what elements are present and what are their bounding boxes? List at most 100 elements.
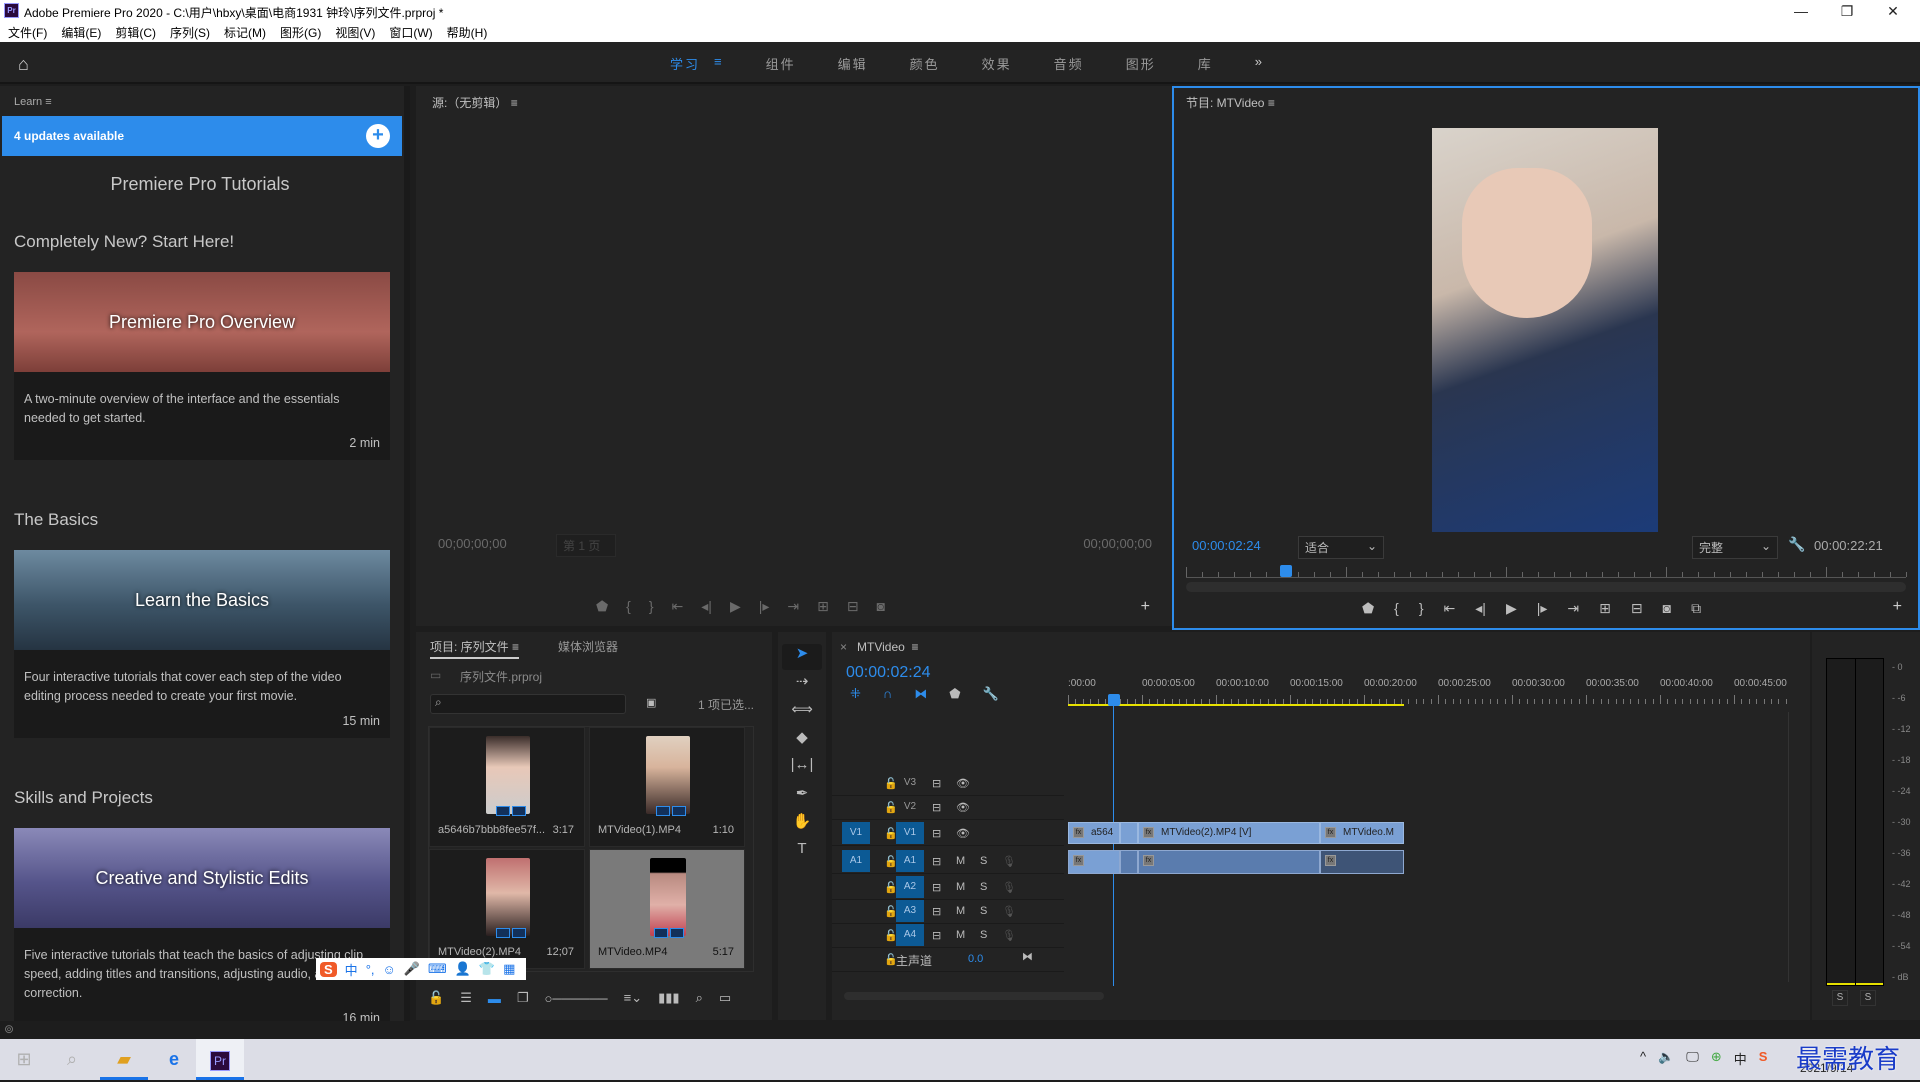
project-item[interactable]: a5646b7bbb8fee57f... 3:17 xyxy=(429,727,585,847)
menu-graphics[interactable]: 图形(G) xyxy=(280,24,321,41)
volume-icon[interactable]: 🔈 xyxy=(1658,1049,1674,1068)
step-back-icon[interactable]: ◂| xyxy=(1475,600,1486,617)
solo-left-button[interactable]: S xyxy=(1832,990,1848,1006)
emoji-icon[interactable]: ☺ xyxy=(383,962,396,977)
search-icon[interactable]: ⌕ xyxy=(696,990,703,1006)
ripple-edit-tool-icon[interactable]: ⟺ xyxy=(782,700,822,726)
page-dropdown[interactable]: 第 1 页 xyxy=(556,534,616,557)
project-search-input[interactable]: ⌕ xyxy=(430,694,626,714)
timeline-playhead[interactable] xyxy=(1108,694,1120,706)
source-timecode-in[interactable]: 00;00;00;00 xyxy=(438,536,507,551)
keyboard-icon[interactable]: ⌨ xyxy=(428,961,447,977)
learn-panel-header[interactable]: Learn ≡ xyxy=(14,96,52,108)
mute-button[interactable]: M xyxy=(956,855,965,867)
plus-icon[interactable]: + xyxy=(366,124,390,148)
source-patch-a1[interactable]: A1 xyxy=(842,850,870,872)
timeline-clip-gap[interactable] xyxy=(1120,822,1138,844)
mark-out-icon[interactable]: } xyxy=(649,598,654,615)
menu-edit[interactable]: 编辑(E) xyxy=(61,24,101,41)
menu-sequence[interactable]: 序列(S) xyxy=(170,24,210,41)
timeline-tab[interactable]: × MTVideo ≡ xyxy=(840,640,919,654)
snap-icon[interactable]: ∩ xyxy=(883,686,892,702)
workspace-tab-effects[interactable]: 效果 xyxy=(982,54,1012,73)
find-icon[interactable]: ▣ xyxy=(646,696,656,709)
track-target-v2[interactable]: V2 xyxy=(896,796,924,818)
microphone-icon[interactable]: 🎤 xyxy=(404,961,420,977)
user-icon[interactable]: 👤 xyxy=(455,961,471,977)
windows-start-icon[interactable]: ⊞ xyxy=(0,1039,48,1080)
linked-selection-icon[interactable]: ⧓ xyxy=(914,686,927,702)
mark-in-icon[interactable]: { xyxy=(1394,600,1399,617)
sync-lock-icon[interactable]: ⊟ xyxy=(932,905,941,918)
panel-menu-icon[interactable]: ≡ xyxy=(912,640,919,654)
play-icon[interactable]: ▶ xyxy=(730,598,741,615)
menu-help[interactable]: 帮助(H) xyxy=(447,24,488,41)
camera-icon[interactable]: ◙ xyxy=(1663,600,1671,617)
project-item[interactable]: MTVideo(2).MP4 12;07 xyxy=(429,849,585,969)
marker-icon[interactable]: ⬟ xyxy=(1362,600,1374,617)
microphone-icon[interactable]: 🎙 xyxy=(1002,929,1016,942)
add-button-icon[interactable]: + xyxy=(1893,598,1902,616)
program-ruler[interactable] xyxy=(1186,566,1907,578)
automate-icon[interactable]: ▮▮▮ xyxy=(658,990,679,1006)
ime-tray-icon[interactable]: 中 xyxy=(1734,1049,1747,1068)
program-playhead[interactable] xyxy=(1279,565,1292,577)
mute-button[interactable]: M xyxy=(956,905,965,917)
program-zoom-scrollbar[interactable] xyxy=(1186,582,1906,592)
track-target-v3[interactable]: V3 xyxy=(896,772,924,794)
microphone-icon[interactable]: 🎙 xyxy=(1002,905,1016,918)
microphone-icon[interactable]: 🎙 xyxy=(1002,855,1016,868)
audio-clip[interactable]: fx xyxy=(1138,850,1320,874)
workspace-tab-assembly[interactable]: 组件 xyxy=(766,54,796,73)
timeline-horizontal-scrollbar[interactable] xyxy=(844,992,1104,1000)
zoom-slider[interactable]: ○────── xyxy=(545,991,608,1006)
tutorial-card-creative[interactable]: Creative and Stylistic Edits Five intera… xyxy=(14,828,390,1021)
workspace-tab-libraries[interactable]: 库 xyxy=(1198,54,1213,73)
menu-view[interactable]: 视图(V) xyxy=(335,24,375,41)
go-to-in-icon[interactable]: ⇤ xyxy=(1444,600,1456,617)
toolbox-icon[interactable]: ▦ xyxy=(503,961,515,977)
solo-right-button[interactable]: S xyxy=(1860,990,1876,1006)
go-to-out-icon[interactable]: ⇥ xyxy=(787,598,799,615)
compare-view-icon[interactable]: ⧉ xyxy=(1691,600,1701,617)
premiere-taskbar-icon[interactable]: Pr xyxy=(196,1039,244,1080)
project-item[interactable]: MTVideo(1).MP4 1:10 xyxy=(589,727,745,847)
security-icon[interactable]: ⊕ xyxy=(1711,1049,1722,1068)
eye-icon[interactable]: 👁 xyxy=(956,801,970,814)
go-to-in-icon[interactable]: ⇤ xyxy=(672,598,684,615)
audio-clip[interactable]: fx xyxy=(1320,850,1404,874)
sync-lock-icon[interactable]: ⊟ xyxy=(932,881,941,894)
lock-icon[interactable]: 🔓 xyxy=(428,990,444,1006)
sync-lock-icon[interactable]: ⊟ xyxy=(932,827,941,840)
source-patch-v1[interactable]: V1 xyxy=(842,822,870,844)
mute-button[interactable]: M xyxy=(956,881,965,893)
skin-icon[interactable]: 👕 xyxy=(479,961,495,977)
menu-window[interactable]: 窗口(W) xyxy=(389,24,432,41)
workspace-tab-audio[interactable]: 音频 xyxy=(1054,54,1084,73)
sync-lock-icon[interactable]: ⊟ xyxy=(932,855,941,868)
audio-clip[interactable]: fx xyxy=(1068,850,1120,874)
program-monitor-header[interactable]: 节目: MTVideo ≡ xyxy=(1186,94,1275,111)
ime-mode[interactable]: 中 xyxy=(345,960,358,979)
network-icon[interactable]: 🖵 xyxy=(1686,1049,1699,1068)
sort-icon[interactable]: ≡⌄ xyxy=(624,990,642,1006)
pen-tool-icon[interactable]: ✒ xyxy=(782,784,822,810)
tutorial-card-basics[interactable]: Learn the Basics Four interactive tutori… xyxy=(14,550,390,738)
step-forward-icon[interactable]: |▸ xyxy=(759,598,770,615)
menu-markers[interactable]: 标记(M) xyxy=(224,24,266,41)
track-target-a2[interactable]: A2 xyxy=(896,876,924,898)
more-workspaces-icon[interactable]: » xyxy=(1255,54,1264,73)
sync-lock-icon[interactable]: ⊟ xyxy=(932,929,941,942)
solo-button[interactable]: S xyxy=(980,929,987,941)
timeline-clip[interactable]: fx MTVideo(2).MP4 [V] xyxy=(1138,822,1320,844)
extract-icon[interactable]: ⊟ xyxy=(1631,600,1643,617)
add-marker-icon[interactable]: ⬟ xyxy=(949,686,960,702)
list-view-icon[interactable]: ☰ xyxy=(460,990,472,1006)
icon-view-icon[interactable]: ▬ xyxy=(488,991,501,1006)
mark-out-icon[interactable]: } xyxy=(1419,600,1424,617)
type-tool-icon[interactable]: T xyxy=(782,840,822,866)
selection-tool-icon[interactable]: ➤ xyxy=(782,644,822,670)
step-forward-icon[interactable]: |▸ xyxy=(1537,600,1548,617)
master-volume[interactable]: 0.0 xyxy=(968,953,983,965)
eye-icon[interactable]: 👁 xyxy=(956,777,970,790)
